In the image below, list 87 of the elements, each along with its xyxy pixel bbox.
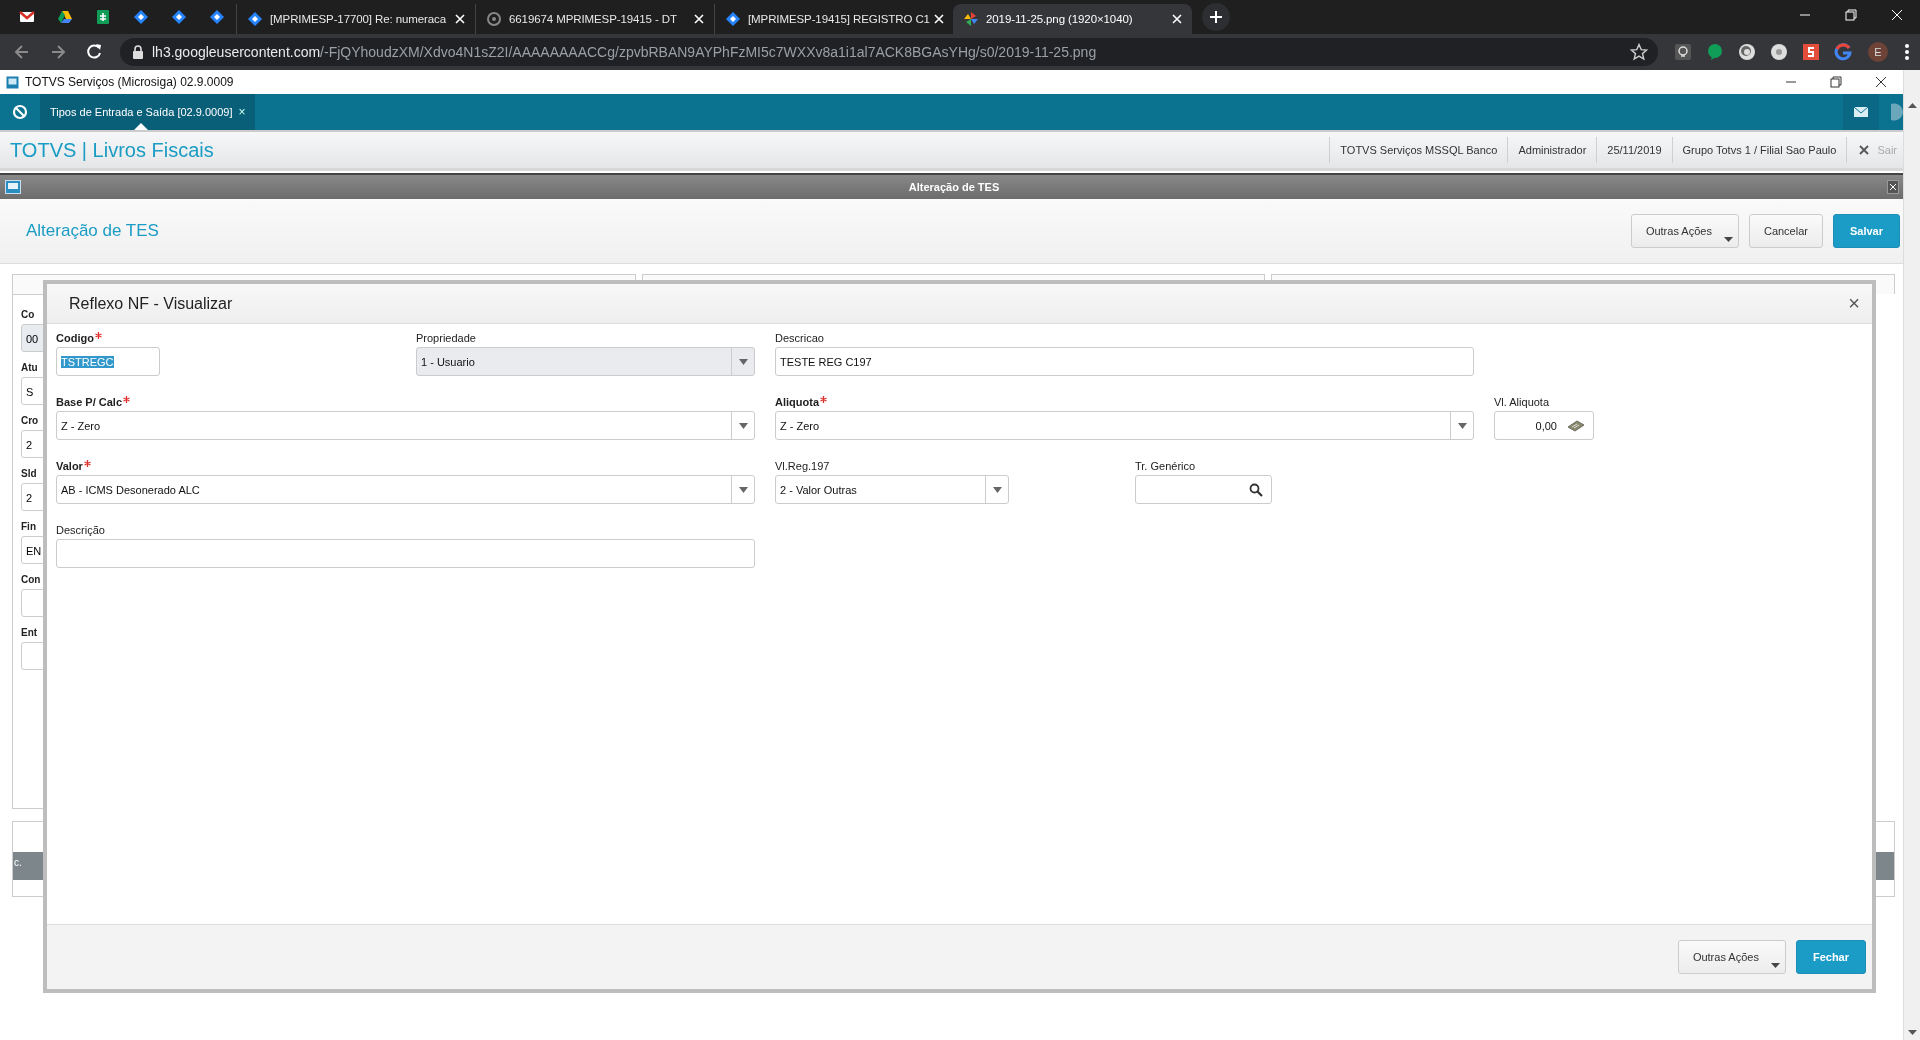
caret-icon — [1723, 237, 1733, 242]
field-label: Propriedade — [416, 331, 476, 345]
menu-icon[interactable] — [1904, 43, 1910, 61]
field-label: Atu — [21, 362, 38, 373]
triangle-icon — [57, 9, 73, 25]
close-icon — [1859, 145, 1870, 155]
app-title: TOTVS | Livros Fiscais — [10, 138, 214, 162]
number-field[interactable]: 0,00 — [1494, 411, 1594, 440]
dropdown[interactable]: Z - Zero — [775, 411, 1474, 440]
pointer-icon — [134, 123, 148, 130]
dialog-title: Reflexo NF - Visualizar — [69, 294, 233, 313]
field-label: Descricao — [775, 331, 824, 345]
browser-tab[interactable]: 2019-11-25.png (1920×1040) — [953, 4, 1192, 34]
chat-bubble-icon[interactable] — [1706, 43, 1724, 61]
caret-icon — [738, 486, 748, 493]
field-label: Co — [21, 309, 35, 320]
address-bar[interactable]: lh3.googleusercontent.com/-FjQYhoudzXM/Xdvo4N1sZ2I/AAAAAAAACCg/zpvbRBAN9AYPhFzMI5c7WXXv8a1i1al7ACK8BGAsYHg/s0/2019-11-25.png — [120, 38, 1658, 66]
field-label: Vl. Aliquota — [1494, 395, 1550, 409]
input-field[interactable]: TESTE REG C197 — [775, 347, 1474, 376]
panel-title: Alteração de TES — [907, 181, 1001, 193]
sheet-icon — [95, 9, 111, 25]
s-logo-icon[interactable] — [1802, 43, 1820, 61]
mail-button[interactable] — [1843, 94, 1879, 130]
ring-icon — [486, 11, 502, 27]
diamond-icon — [247, 11, 263, 27]
field-label: Con — [21, 574, 41, 585]
bulb-icon[interactable] — [1674, 43, 1692, 61]
required-icon — [83, 460, 91, 467]
diamond-icon — [171, 9, 187, 25]
search-field[interactable] — [1135, 475, 1272, 504]
header-info: Grupo Totvs 1 / Filial Sao Paulo — [1671, 137, 1847, 163]
page-title: Alteração de TES — [26, 221, 159, 241]
field-label: Base P/ Calc — [56, 395, 123, 409]
scrollbar[interactable] — [1903, 70, 1920, 1040]
disc-icon[interactable] — [1738, 43, 1756, 61]
field-label: Vl.Reg.197 — [775, 459, 830, 473]
field-label: Cro — [21, 415, 39, 426]
caret-icon — [738, 422, 748, 429]
new-tab-icon[interactable] — [1202, 3, 1230, 31]
caret-icon — [738, 358, 748, 365]
action-button[interactable]: Cancelar — [1748, 214, 1823, 248]
dropdown[interactable]: 2 - Valor Outras — [775, 475, 1009, 504]
caret-icon — [992, 486, 1002, 493]
diamond-icon — [209, 9, 225, 25]
header-info: TOTVS Serviços MSSQL Banco — [1329, 137, 1508, 163]
mail-icon — [1854, 107, 1868, 117]
field-label: Valor — [56, 459, 83, 473]
header-info: 25/11/2019 — [1596, 137, 1672, 163]
avatar[interactable]: E — [1868, 42, 1888, 62]
required-icon — [94, 332, 102, 339]
pinwheel-icon — [963, 11, 979, 27]
header-info: Administrador — [1507, 137, 1597, 163]
diamond-icon — [133, 9, 149, 25]
action-button[interactable]: Outras Ações — [1630, 214, 1739, 248]
power-icon[interactable] — [12, 104, 28, 120]
caret-icon — [1770, 963, 1780, 968]
required-icon — [820, 396, 827, 403]
dropdown[interactable]: AB - ICMS Desonerado ALC — [56, 475, 755, 504]
mail-icon — [19, 9, 35, 25]
star-icon[interactable] — [1630, 43, 1648, 61]
monitor-icon — [6, 75, 19, 89]
column-header: c. — [13, 857, 22, 868]
field-label: Codigo — [56, 331, 94, 345]
required-icon — [123, 396, 131, 403]
field-label: Ent — [21, 627, 38, 638]
app-tab[interactable]: Tipos de Entrada e Saída [02.9.0009] × — [40, 94, 256, 130]
close-button[interactable]: × — [238, 105, 246, 119]
input-field[interactable] — [56, 539, 755, 568]
field-label: Tr. Genérico — [1135, 459, 1196, 473]
monitor-icon — [5, 180, 21, 194]
g-logo-icon[interactable] — [1834, 43, 1852, 61]
close-button[interactable]: × — [1848, 292, 1860, 315]
caret-icon — [1457, 422, 1467, 429]
window-title: TOTVS Serviços (Microsiga) 02.9.0009 — [25, 75, 235, 89]
field-label: Descrição — [56, 523, 105, 537]
reload-icon[interactable] — [84, 42, 104, 62]
action-button[interactable]: Outras Ações — [1677, 940, 1786, 974]
field-label: Aliquota — [775, 395, 819, 409]
url-text: lh3.googleusercontent.com/-FjQYhoudzXM/Xdvo4N1sZ2I/AAAAAAAACCg/zpvbRBAN9AYPhFzMI5c7WXXv8a1i1al7ACK8BGAsYHg/s0/2019-11-25.png — [152, 44, 1098, 60]
field-label: Fin — [21, 521, 36, 532]
diamond-icon — [725, 11, 741, 27]
dropdown[interactable]: Z - Zero — [56, 411, 755, 440]
field-label: Sld — [21, 468, 37, 479]
calculator-icon[interactable] — [1567, 419, 1585, 432]
lock-icon — [132, 45, 144, 59]
close-icon[interactable] — [1887, 180, 1899, 194]
search-icon[interactable] — [1249, 482, 1263, 497]
